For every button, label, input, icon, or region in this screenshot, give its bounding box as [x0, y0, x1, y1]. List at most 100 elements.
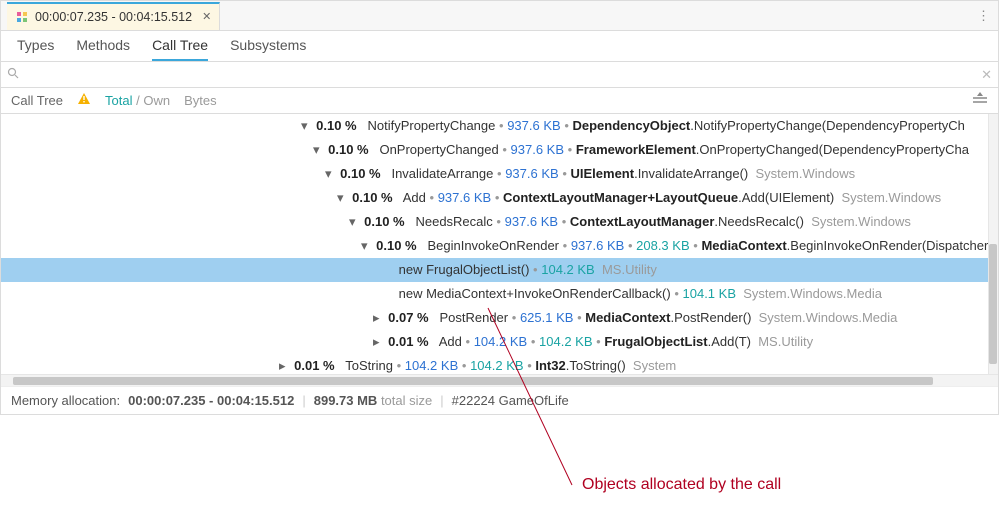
namespace: System.Windows	[755, 166, 855, 181]
signature: FrugalObjectList.Add(T)	[604, 334, 751, 349]
call-tree[interactable]: ▾ 0.10 % NotifyPropertyChange • 937.6 KB…	[1, 114, 998, 374]
expand-caret-icon[interactable]: ▾	[325, 162, 335, 186]
total-bytes: 937.6 KB	[511, 142, 565, 157]
total-bytes: 625.1 KB	[520, 310, 574, 325]
method-name: PostRender	[439, 310, 508, 325]
column-calltree[interactable]: Call Tree	[11, 93, 63, 108]
profiler-window: 00:00:07.235 - 00:04:15.512 ✕ ⋮ Types Me…	[0, 0, 999, 415]
expand-caret-icon[interactable]: ▾	[361, 234, 371, 258]
percent-value: 0.07 %	[387, 306, 429, 330]
tree-row[interactable]: ▾ 0.10 % OnPropertyChanged • 937.6 KB • …	[1, 138, 998, 162]
tree-row[interactable]: new FrugalObjectList() • 104.2 KB MS.Uti…	[1, 258, 998, 282]
warning-icon[interactable]	[77, 92, 91, 109]
status-label: Memory allocation:	[11, 393, 120, 408]
namespace: System.Windows	[841, 190, 941, 205]
percent-value: 0.10 %	[351, 186, 393, 210]
own-bytes: 104.2 KB	[470, 358, 524, 373]
annotation-label: Objects allocated by the call	[582, 476, 781, 494]
configure-columns-icon[interactable]	[972, 92, 988, 109]
expand-caret-icon[interactable]: ▸	[373, 306, 383, 330]
method-name: InvalidateArrange	[391, 166, 493, 181]
total-bytes: 104.2 KB	[474, 334, 528, 349]
namespace: System.Windows	[811, 214, 911, 229]
percent-value: 0.01 %	[293, 354, 335, 374]
mode-toggle[interactable]: Total / Own	[105, 93, 170, 108]
own-bytes: 104.1 KB	[683, 286, 737, 301]
columns-bar: Call Tree Total / Own Bytes	[1, 88, 998, 114]
snapshot-icon	[15, 10, 29, 24]
tree-row[interactable]: ▾ 0.10 % Add • 937.6 KB • ContextLayoutM…	[1, 186, 998, 210]
tree-row[interactable]: ▸ 0.01 % ToString • 104.2 KB • 104.2 KB …	[1, 354, 998, 374]
status-size: 899.73 MB total size	[314, 393, 433, 408]
vertical-scrollbar-thumb[interactable]	[989, 244, 997, 364]
tree-row[interactable]: ▾ 0.10 % InvalidateArrange • 937.6 KB • …	[1, 162, 998, 186]
tab-methods[interactable]: Methods	[76, 37, 130, 61]
clear-search-icon[interactable]: ✕	[981, 67, 992, 83]
view-tabs: Types Methods Call Tree Subsystems	[1, 31, 998, 62]
column-bytes[interactable]: Bytes	[184, 93, 217, 108]
expand-caret-icon[interactable]: ▸	[373, 330, 383, 354]
kebab-menu-icon[interactable]: ⋮	[977, 8, 990, 24]
status-bar: Memory allocation: 00:00:07.235 - 00:04:…	[1, 386, 998, 414]
status-process: #22224 GameOfLife	[452, 393, 569, 408]
namespace: MS.Utility	[602, 262, 657, 277]
expand-caret-icon[interactable]: ▾	[301, 114, 311, 138]
total-bytes: 937.6 KB	[571, 238, 625, 253]
tree-row[interactable]: new MediaContext+InvokeOnRenderCallback(…	[1, 282, 998, 306]
total-bytes: 104.2 KB	[405, 358, 459, 373]
own-bytes: 208.3 KB	[636, 238, 690, 253]
search-bar: ✕	[1, 62, 998, 88]
namespace: System.Windows.Media	[759, 310, 898, 325]
method-name: Add	[439, 334, 462, 349]
percent-value: 0.10 %	[315, 114, 357, 138]
tree-row[interactable]: ▾ 0.10 % NotifyPropertyChange • 937.6 KB…	[1, 114, 998, 138]
document-tab-title: 00:00:07.235 - 00:04:15.512	[35, 10, 192, 24]
document-tabstrip: 00:00:07.235 - 00:04:15.512 ✕ ⋮	[1, 1, 998, 31]
signature: FrameworkElement.OnPropertyChanged(Depen…	[576, 142, 969, 157]
total-bytes: 937.6 KB	[507, 118, 561, 133]
own-bytes: 104.2 KB	[539, 334, 593, 349]
document-tab[interactable]: 00:00:07.235 - 00:04:15.512 ✕	[7, 2, 220, 30]
method-name: OnPropertyChanged	[379, 142, 498, 157]
method-name: NotifyPropertyChange	[367, 118, 495, 133]
expand-caret-icon[interactable]: ▾	[349, 210, 359, 234]
total-bytes: 937.6 KB	[505, 166, 559, 181]
signature: ContextLayoutManager.NeedsRecalc()	[570, 214, 804, 229]
vertical-scrollbar[interactable]	[988, 114, 998, 374]
method-name: ToString	[345, 358, 393, 373]
percent-value: 0.10 %	[339, 162, 381, 186]
signature: MediaContext.BeginInvokeOnRender(Dispatc…	[701, 238, 992, 253]
percent-value: 0.10 %	[375, 234, 417, 258]
signature: Int32.ToString()	[535, 358, 625, 373]
tree-row[interactable]: ▸ 0.01 % Add • 104.2 KB • 104.2 KB • Fru…	[1, 330, 998, 354]
namespace: System	[633, 358, 676, 373]
expand-caret-icon[interactable]: ▸	[279, 354, 289, 374]
search-input[interactable]	[23, 66, 981, 83]
percent-value: 0.10 %	[363, 210, 405, 234]
signature: DependencyObject.NotifyPropertyChange(De…	[573, 118, 965, 133]
own-bytes: 104.2 KB	[541, 262, 595, 277]
percent-value: 0.01 %	[387, 330, 429, 354]
tab-calltree[interactable]: Call Tree	[152, 37, 208, 61]
tree-row[interactable]: ▾ 0.10 % NeedsRecalc • 937.6 KB • Contex…	[1, 210, 998, 234]
expand-caret-icon[interactable]: ▾	[337, 186, 347, 210]
total-bytes: 937.6 KB	[438, 190, 492, 205]
namespace: System.Windows.Media	[743, 286, 882, 301]
horizontal-scrollbar[interactable]	[1, 374, 998, 386]
status-range: 00:00:07.235 - 00:04:15.512	[128, 393, 294, 408]
search-icon	[7, 67, 19, 82]
expand-caret-icon[interactable]: ▾	[313, 138, 323, 162]
horizontal-scrollbar-thumb[interactable]	[13, 377, 933, 385]
tab-types[interactable]: Types	[17, 37, 54, 61]
namespace: MS.Utility	[758, 334, 813, 349]
tree-row[interactable]: ▾ 0.10 % BeginInvokeOnRender • 937.6 KB …	[1, 234, 998, 258]
signature: UIElement.InvalidateArrange()	[571, 166, 749, 181]
method-name: new MediaContext+InvokeOnRenderCallback(…	[399, 286, 671, 301]
percent-value: 0.10 %	[327, 138, 369, 162]
method-name: Add	[403, 190, 426, 205]
tree-row[interactable]: ▸ 0.07 % PostRender • 625.1 KB • MediaCo…	[1, 306, 998, 330]
tab-subsystems[interactable]: Subsystems	[230, 37, 306, 61]
signature: MediaContext.PostRender()	[585, 310, 751, 325]
close-icon[interactable]: ✕	[202, 10, 211, 23]
signature: ContextLayoutManager+LayoutQueue.Add(UIE…	[503, 190, 834, 205]
